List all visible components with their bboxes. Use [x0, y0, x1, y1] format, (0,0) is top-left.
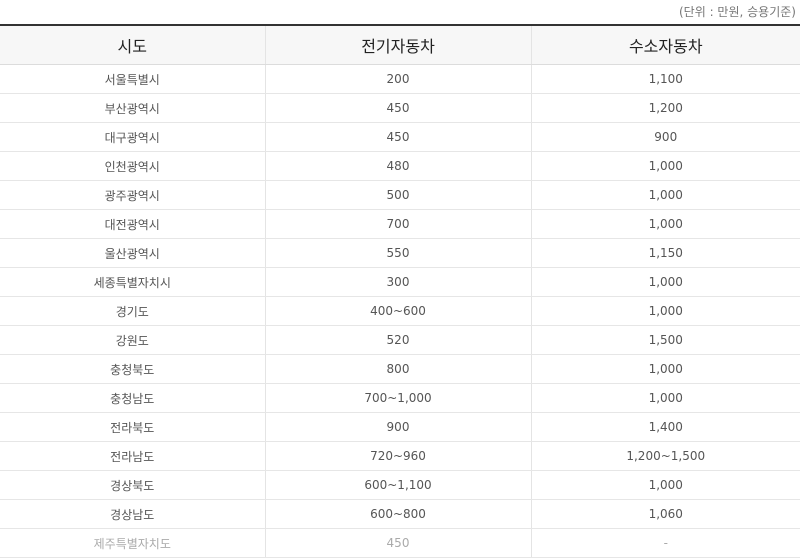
- table-row: 대전광역시 700 1,000: [0, 209, 800, 239]
- region-cell: 전라북도: [0, 412, 265, 442]
- hydrogen-subsidy-cell: 1,200~1,500: [530, 441, 800, 471]
- electric-subsidy-cell: 400~600: [264, 296, 531, 326]
- table-row: 인천광역시 480 1,000: [0, 151, 800, 181]
- table-row: 부산광역시 450 1,200: [0, 93, 800, 123]
- hydrogen-subsidy-cell: 1,150: [530, 238, 800, 268]
- hydrogen-subsidy-cell: 1,100: [530, 64, 800, 94]
- subsidy-table: 시도 전기자동차 수소자동차 서울특별시 200 1,100 부산광역시 450 1,2…: [0, 24, 800, 558]
- table-row: 전라북도 900 1,400: [0, 412, 800, 442]
- table-row: 울산광역시 550 1,150: [0, 238, 800, 268]
- electric-subsidy-cell: 300: [264, 267, 531, 297]
- electric-subsidy-cell: 450: [264, 122, 531, 152]
- hydrogen-subsidy-cell: 1,000: [530, 267, 800, 297]
- region-cell: 세종특별자치시: [0, 267, 265, 297]
- hydrogen-subsidy-cell: 1,060: [530, 499, 800, 529]
- hydrogen-subsidy-cell: -: [530, 528, 800, 558]
- electric-subsidy-cell: 600~1,100: [264, 470, 531, 500]
- table-row: 강원도 520 1,500: [0, 325, 800, 355]
- region-cell: 충청남도: [0, 383, 265, 413]
- header-hydrogen-vehicle: 수소자동차: [530, 25, 800, 65]
- region-cell: 제주특별자치도: [0, 528, 265, 558]
- hydrogen-subsidy-cell: 1,000: [530, 209, 800, 239]
- hydrogen-subsidy-cell: 1,400: [530, 412, 800, 442]
- region-cell: 울산광역시: [0, 238, 265, 268]
- hydrogen-subsidy-cell: 1,000: [530, 180, 800, 210]
- hydrogen-subsidy-cell: 1,000: [530, 470, 800, 500]
- electric-subsidy-cell: 450: [264, 528, 531, 558]
- region-cell: 인천광역시: [0, 151, 265, 181]
- region-cell: 경상남도: [0, 499, 265, 529]
- region-cell: 경기도: [0, 296, 265, 326]
- region-cell: 전라남도: [0, 441, 265, 471]
- electric-subsidy-cell: 900: [264, 412, 531, 442]
- electric-subsidy-cell: 800: [264, 354, 531, 384]
- table-row: 경상남도 600~800 1,060: [0, 499, 800, 529]
- electric-subsidy-cell: 700~1,000: [264, 383, 531, 413]
- table-row: 광주광역시 500 1,000: [0, 180, 800, 210]
- hydrogen-subsidy-cell: 1,000: [530, 354, 800, 384]
- table-row: 대구광역시 450 900: [0, 122, 800, 152]
- table-row: 경상북도 600~1,100 1,000: [0, 470, 800, 500]
- electric-subsidy-cell: 200: [264, 64, 531, 94]
- hydrogen-subsidy-cell: 900: [530, 122, 800, 152]
- region-cell: 충청북도: [0, 354, 265, 384]
- electric-subsidy-cell: 480: [264, 151, 531, 181]
- region-cell: 서울특별시: [0, 64, 265, 94]
- hydrogen-subsidy-cell: 1,200: [530, 93, 800, 123]
- region-cell: 강원도: [0, 325, 265, 355]
- table-row: 제주특별자치도 450-: [0, 528, 800, 558]
- table-row: 충청남도 700~1,000 1,000: [0, 383, 800, 413]
- unit-note: (단위 : 만원, 승용기준): [679, 5, 796, 19]
- electric-subsidy-cell: 500: [264, 180, 531, 210]
- header-electric-vehicle: 전기자동차: [264, 25, 531, 65]
- hydrogen-subsidy-cell: 1,000: [530, 151, 800, 181]
- electric-subsidy-cell: 550: [264, 238, 531, 268]
- electric-subsidy-cell: 520: [264, 325, 531, 355]
- table-header-row: 시도 전기자동차 수소자동차: [0, 25, 800, 65]
- region-cell: 대전광역시: [0, 209, 265, 239]
- header-region: 시도: [0, 25, 265, 65]
- hydrogen-subsidy-cell: 1,000: [530, 383, 800, 413]
- hydrogen-subsidy-cell: 1,500: [530, 325, 800, 355]
- table-row: 전라남도 720~960 1,200~1,500: [0, 441, 800, 471]
- table-row: 경기도 400~600 1,000: [0, 296, 800, 326]
- region-cell: 광주광역시: [0, 180, 265, 210]
- region-cell: 대구광역시: [0, 122, 265, 152]
- electric-subsidy-cell: 720~960: [264, 441, 531, 471]
- region-cell: 부산광역시: [0, 93, 265, 123]
- table-row: 서울특별시 200 1,100: [0, 64, 800, 94]
- electric-subsidy-cell: 600~800: [264, 499, 531, 529]
- region-cell: 경상북도: [0, 470, 265, 500]
- table-row: 충청북도 800 1,000: [0, 354, 800, 384]
- hydrogen-subsidy-cell: 1,000: [530, 296, 800, 326]
- electric-subsidy-cell: 450: [264, 93, 531, 123]
- table-row: 세종특별자치시 300 1,000: [0, 267, 800, 297]
- electric-subsidy-cell: 700: [264, 209, 531, 239]
